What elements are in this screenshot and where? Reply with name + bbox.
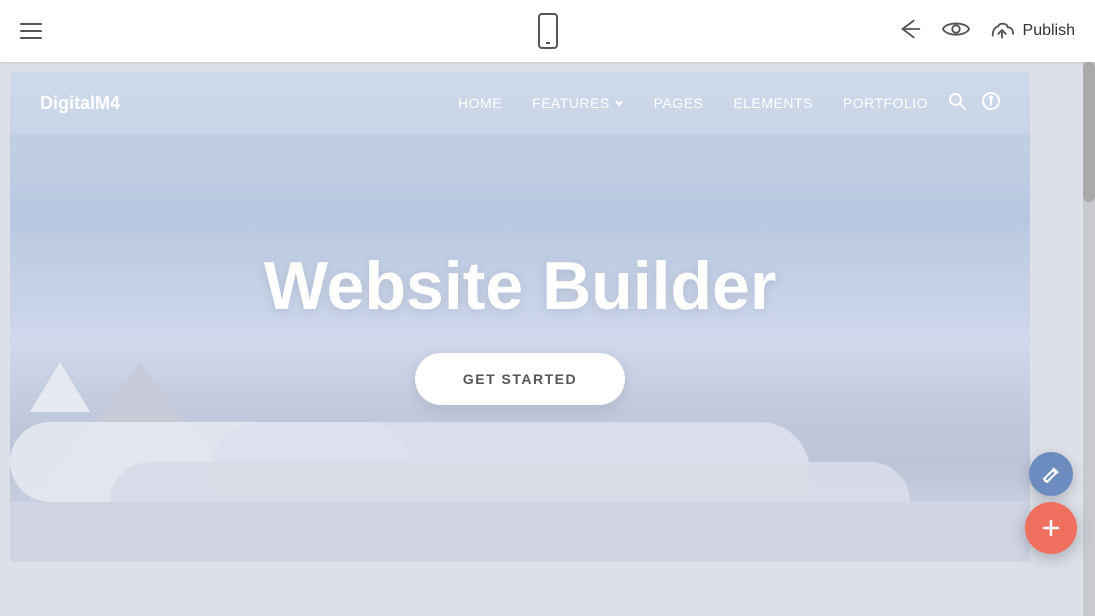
info-nav-icon[interactable] — [982, 92, 1000, 115]
scrollbar-thumb[interactable] — [1083, 62, 1095, 202]
mobile-view-icon[interactable] — [534, 13, 562, 49]
back-button[interactable] — [897, 18, 923, 45]
toolbar-center — [534, 13, 562, 49]
toolbar-right: Publish — [897, 18, 1075, 45]
nav-icons — [948, 92, 1000, 115]
search-nav-icon[interactable] — [948, 92, 966, 115]
fab-add-button[interactable] — [1025, 502, 1077, 554]
hamburger-menu-icon[interactable] — [20, 23, 42, 39]
nav-elements[interactable]: ELEMENTS — [733, 95, 812, 111]
publish-label: Publish — [1023, 22, 1075, 40]
scrollbar-track[interactable] — [1083, 62, 1095, 616]
nav-pages[interactable]: PAGES — [654, 95, 704, 111]
site-logo: DigitalM4 — [40, 93, 120, 114]
toolbar-left — [20, 23, 42, 39]
site-navigation: DigitalM4 HOME FEATURES PAGES ELEMENTS P… — [10, 72, 1030, 134]
canvas-area: DigitalM4 HOME FEATURES PAGES ELEMENTS P… — [0, 62, 1095, 616]
nav-features[interactable]: FEATURES — [532, 95, 624, 111]
nav-links: HOME FEATURES PAGES ELEMENTS PORTFOLIO — [458, 95, 928, 111]
nav-portfolio[interactable]: PORTFOLIO — [843, 95, 928, 111]
hero-cta-button[interactable]: GET STARTED — [415, 353, 625, 405]
preview-frame: DigitalM4 HOME FEATURES PAGES ELEMENTS P… — [10, 72, 1030, 562]
hero-title: Website Builder — [264, 249, 777, 324]
fab-edit-button[interactable] — [1029, 452, 1073, 496]
nav-home[interactable]: HOME — [458, 95, 502, 111]
publish-button[interactable]: Publish — [989, 20, 1075, 42]
toolbar: Publish — [0, 0, 1095, 62]
preview-button[interactable] — [941, 18, 971, 45]
hero-content: Website Builder GET STARTED — [10, 72, 1030, 562]
